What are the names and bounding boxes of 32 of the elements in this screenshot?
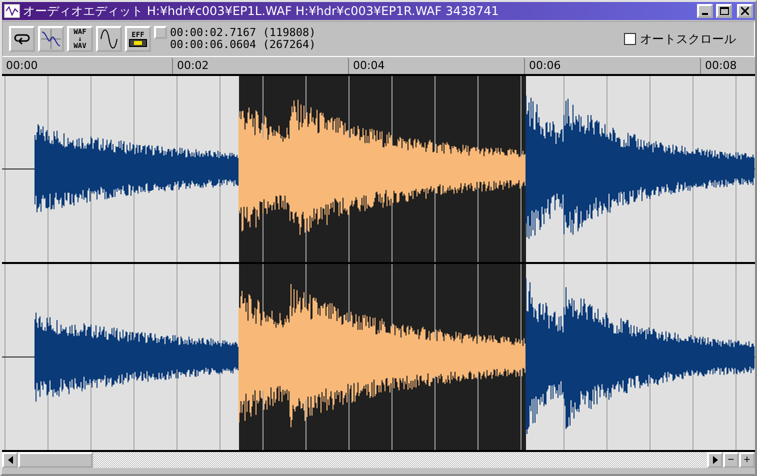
checkbox[interactable] [624, 33, 636, 45]
maximize-icon [720, 7, 728, 15]
effect-unit-icon [129, 38, 147, 46]
ruler-label: 00:02 [172, 58, 348, 74]
horizontal-scrollbar[interactable]: − + [2, 452, 755, 468]
app-icon [4, 4, 20, 18]
sine-button[interactable] [96, 26, 122, 52]
minimize-button[interactable] [697, 4, 713, 18]
ruler-label: 00:04 [348, 58, 524, 74]
close-button[interactable] [737, 4, 753, 18]
sine-wave-icon [100, 29, 118, 49]
right-arrow-icon [712, 456, 718, 464]
close-icon [741, 7, 749, 15]
zoom-in-button[interactable]: + [739, 452, 755, 468]
loop-button[interactable] [9, 26, 35, 52]
scroll-thumb[interactable] [18, 452, 93, 468]
wave-cross-button[interactable] [38, 26, 64, 52]
selection-end-time: 00:00:06.0604 (267264) [170, 39, 316, 51]
sine-wave-icon [41, 29, 61, 49]
left-arrow-icon [8, 456, 12, 464]
selection-start-time: 00:00:02.7167 (119808) [170, 27, 316, 39]
maximize-button[interactable] [716, 4, 732, 18]
ruler-label: 00:06 [524, 58, 700, 74]
time-toggle-button[interactable] [154, 26, 167, 39]
ruler-label: 00:08 [700, 58, 757, 74]
scroll-left-button[interactable] [2, 452, 18, 468]
minimize-icon [702, 13, 708, 15]
window-title: オーディオエディット H:¥hdr¥c003¥EP1L.WAF H:¥hdr¥c003¥EP1R.WAF 3438741 [23, 2, 500, 20]
zoom-out-button[interactable]: − [723, 452, 739, 468]
loop-arrow-icon [14, 33, 30, 45]
ruler-label: 00:00 [5, 58, 39, 74]
scroll-right-button[interactable] [707, 452, 723, 468]
